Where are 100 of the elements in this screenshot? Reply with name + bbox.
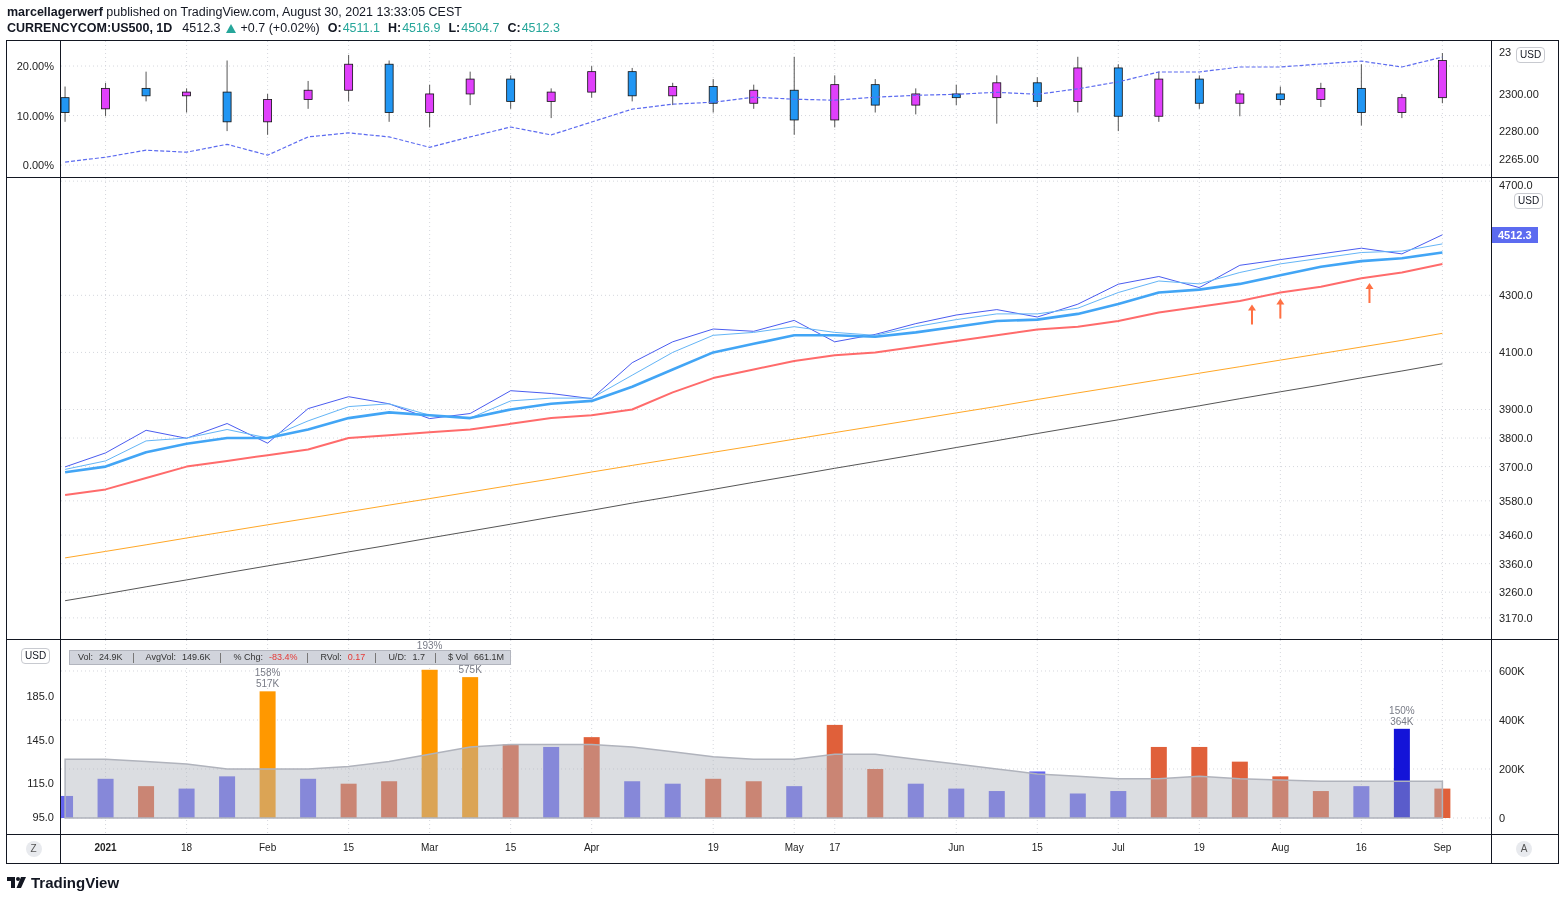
- candlestick: [992, 74, 1002, 125]
- ohlc-value: 4504.7: [461, 20, 500, 37]
- legend-value: 1.7: [412, 652, 425, 663]
- volume-bar: [867, 769, 884, 818]
- legend-value: 149.6K: [181, 652, 211, 663]
- candlestick: [546, 87, 556, 119]
- date-label: 19: [707, 842, 719, 853]
- volume-bar: [745, 781, 762, 818]
- axis-label: 400K: [1499, 713, 1525, 727]
- axis-label: 95.0: [32, 810, 54, 824]
- ohlc-label: L:: [448, 20, 461, 37]
- candlestick: [344, 54, 353, 102]
- axis-label: 200K: [1499, 762, 1525, 776]
- legend-value: 24.9K: [99, 652, 123, 663]
- volume-bar: [786, 786, 803, 818]
- candlestick: [303, 80, 313, 110]
- up-arrow-icon: [1365, 283, 1374, 304]
- volume-bar: [907, 783, 924, 818]
- volume-bar: [1069, 793, 1086, 818]
- axis-label: 600K: [1499, 664, 1525, 678]
- candlestick: [1275, 86, 1285, 106]
- volume-bar: [138, 786, 155, 818]
- volume-bar: [1231, 761, 1248, 818]
- axis-label: 3580.0: [1499, 493, 1533, 508]
- axis-label: 3170.0: [1499, 610, 1533, 625]
- symbol-title: CURRENCYCOM:US500, 1D: [7, 20, 173, 37]
- date-label: 16: [1355, 842, 1367, 853]
- ohlc-label: C:: [507, 20, 521, 37]
- legend-label: Vol:: [78, 652, 93, 663]
- candlestick: [627, 67, 637, 102]
- volume-bar: [1272, 776, 1289, 818]
- axis-label: 23: [1499, 45, 1512, 59]
- ohlc-value: 4516.9: [402, 20, 441, 37]
- ohlc-label: H:: [387, 20, 402, 37]
- axis-label: 115.0: [27, 776, 54, 790]
- candlestick: [141, 71, 151, 102]
- candlestick: [1438, 52, 1447, 104]
- auto-scale-button[interactable]: A: [1516, 841, 1532, 857]
- up-arrow-icon: [1248, 304, 1256, 325]
- publish-info: marcellagerwerf published on TradingView.com, August 30, 2021 13:33:05 CEST: [7, 4, 463, 20]
- axis-label: 0: [1499, 811, 1506, 825]
- axis-label: 20.00%: [16, 59, 54, 73]
- ohlc-value: 4512.3: [521, 20, 560, 37]
- date-label: 18: [181, 842, 193, 853]
- volume-bar: [1110, 791, 1127, 818]
- legend-label: % Chg:: [233, 652, 263, 663]
- axis-label: 185.0: [26, 689, 54, 703]
- candlestick: [1073, 56, 1083, 114]
- candlestick: [1316, 82, 1326, 108]
- volume-bar: [340, 783, 357, 818]
- axis-label: 2300.00: [1499, 86, 1539, 101]
- date-label: Mar: [421, 842, 439, 853]
- zoom-button[interactable]: Z: [25, 841, 42, 857]
- candlestick: [1235, 89, 1245, 117]
- brand-name: TradingView: [31, 874, 120, 891]
- volume-bar: [1434, 788, 1451, 818]
- candlestick: [1032, 76, 1042, 108]
- candlestick: [101, 82, 110, 117]
- volume-bar: [948, 788, 965, 818]
- candlestick: [1154, 71, 1164, 123]
- axis-label: 4300.0: [1499, 288, 1533, 303]
- candlestick: [1356, 63, 1366, 127]
- axis-label: 3800.0: [1499, 431, 1533, 446]
- volume-bar: [1191, 746, 1208, 818]
- candlestick: [61, 86, 70, 123]
- date-label: Apr: [583, 842, 600, 853]
- date-label: 17: [829, 842, 841, 853]
- currency-badge[interactable]: USD: [21, 648, 51, 664]
- candlestick: [182, 87, 191, 114]
- up-arrow-icon: [1276, 298, 1285, 319]
- axis-label: 145.0: [26, 733, 54, 747]
- axis-label: 3260.0: [1499, 585, 1533, 600]
- ohlc-value: 4511.1: [342, 20, 380, 37]
- legend-value: 0.17: [347, 652, 366, 663]
- candlestick: [911, 87, 921, 115]
- volume-annotation: 158% 517K: [254, 667, 281, 690]
- volume-bar: [300, 778, 317, 818]
- currency-badge[interactable]: USD: [1516, 47, 1546, 63]
- volume-bar: [1150, 746, 1167, 818]
- date-label: 15: [343, 842, 355, 853]
- legend-value: -83.4%: [268, 652, 298, 663]
- candlestick: [465, 71, 475, 106]
- candlestick: [749, 84, 759, 110]
- candlestick: [506, 74, 516, 110]
- axis-label: 10.00%: [16, 108, 54, 123]
- axis-label: 2280.00: [1499, 124, 1539, 139]
- volume-bar: [178, 788, 195, 818]
- date-label: Jul: [1111, 842, 1125, 853]
- axis-label: 3360.0: [1499, 556, 1533, 571]
- date-label: May: [784, 842, 804, 853]
- volume-bar: [988, 791, 1005, 818]
- candlestick: [1397, 93, 1407, 119]
- axis-label: 4100.0: [1499, 345, 1533, 360]
- candlestick: [1194, 74, 1204, 110]
- candlestick: [708, 78, 718, 114]
- legend-label: U/D:: [388, 652, 407, 663]
- volume-bar: [219, 776, 236, 818]
- currency-badge[interactable]: USD: [1514, 193, 1544, 209]
- candlestick: [425, 84, 435, 128]
- volume-bar: [705, 778, 722, 818]
